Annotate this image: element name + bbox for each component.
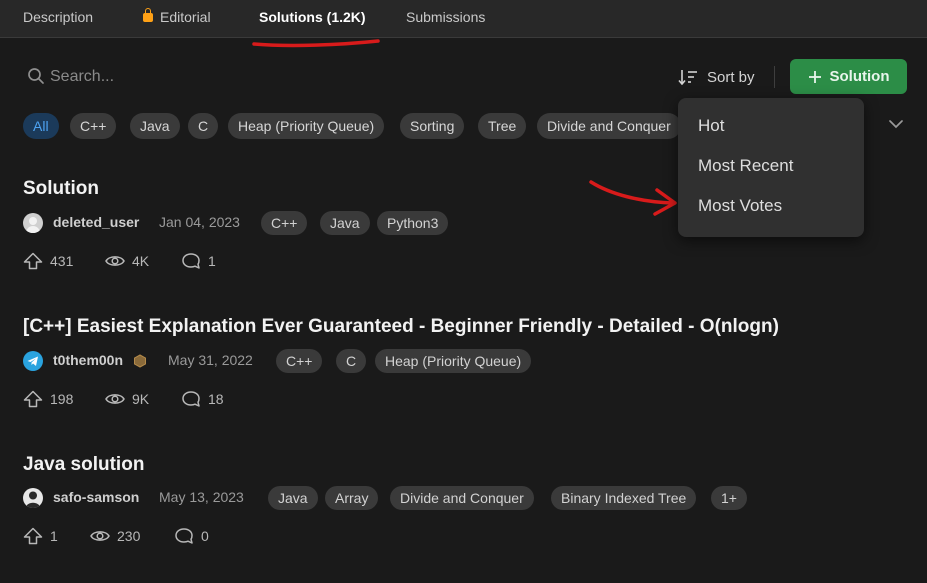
- new-solution-label: Solution: [829, 68, 890, 85]
- author-name[interactable]: safo-samson: [53, 489, 139, 505]
- view-count: 230: [90, 526, 140, 546]
- plus-icon: [808, 70, 821, 83]
- upvote-count[interactable]: 431: [23, 251, 73, 271]
- new-solution-button[interactable]: Solution: [790, 59, 907, 94]
- solution-title[interactable]: [C++] Easiest Explanation Ever Guarantee…: [23, 316, 903, 338]
- sort-option-most-recent[interactable]: Most Recent: [678, 146, 864, 186]
- chevron-down-icon[interactable]: [886, 116, 906, 132]
- tab-description[interactable]: Description: [23, 9, 93, 25]
- solution-tag[interactable]: Divide and Conquer: [390, 486, 534, 510]
- solution-stats: 1 230 0: [23, 526, 423, 546]
- filter-chip[interactable]: Sorting: [400, 113, 465, 139]
- lock-icon: [143, 8, 153, 22]
- comment-icon: [182, 391, 200, 407]
- solution-tag[interactable]: C++: [276, 349, 323, 373]
- filter-chip[interactable]: Tree: [478, 113, 527, 139]
- upvote-icon: [23, 527, 43, 545]
- author-name[interactable]: t0them00n: [53, 352, 123, 368]
- solution-tag[interactable]: Heap (Priority Queue): [375, 349, 532, 373]
- divider: [774, 66, 775, 88]
- filter-chip[interactable]: Java: [130, 113, 180, 139]
- sort-label: Sort by: [707, 68, 755, 86]
- eye-icon: [105, 394, 125, 404]
- comment-count[interactable]: 18: [181, 389, 224, 409]
- sort-button[interactable]: Sort by: [678, 64, 755, 90]
- search-icon: [28, 68, 44, 84]
- tab-solutions[interactable]: Solutions (1.2K): [259, 9, 366, 25]
- solution-tag[interactable]: Array: [325, 486, 379, 510]
- filter-chip[interactable]: C++: [70, 113, 117, 139]
- solution-meta: t0them00n May 31, 2022 C++ C Heap (Prior…: [23, 349, 903, 373]
- comment-count[interactable]: 0: [174, 526, 209, 546]
- comment-icon: [175, 528, 193, 544]
- upvote-icon: [23, 390, 43, 408]
- post-date: May 31, 2022: [168, 352, 253, 368]
- search-input[interactable]: [50, 64, 310, 90]
- solution-item[interactable]: Java solution safo-samson May 13, 2023 J…: [23, 454, 903, 554]
- solution-tag[interactable]: C: [336, 349, 367, 373]
- post-date: Jan 04, 2023: [159, 214, 240, 230]
- solution-tag[interactable]: Java: [320, 211, 370, 235]
- solution-tag[interactable]: Python3: [377, 211, 449, 235]
- filter-chip[interactable]: Heap (Priority Queue): [228, 113, 385, 139]
- avatar[interactable]: [23, 351, 43, 371]
- solution-title[interactable]: Java solution: [23, 454, 903, 476]
- view-count: 9K: [105, 389, 149, 409]
- solution-meta: safo-samson May 13, 2023 Java Array Divi…: [23, 486, 903, 510]
- author-name[interactable]: deleted_user: [53, 214, 139, 230]
- avatar[interactable]: [23, 488, 43, 508]
- sort-dropdown: Hot Most Recent Most Votes: [678, 98, 864, 237]
- post-date: May 13, 2023: [159, 489, 244, 505]
- eye-icon: [105, 256, 125, 266]
- badge-icon: [134, 354, 146, 368]
- filter-chip[interactable]: C: [188, 113, 219, 139]
- sort-option-most-votes[interactable]: Most Votes: [678, 186, 864, 226]
- view-count: 4K: [105, 251, 149, 271]
- tab-editorial-label: Editorial: [160, 9, 211, 25]
- tab-editorial[interactable]: Editorial: [143, 8, 211, 25]
- upvote-icon: [23, 252, 43, 270]
- solution-stats: 431 4K 1: [23, 251, 423, 271]
- upvote-count[interactable]: 198: [23, 389, 73, 409]
- tab-bar: Description Editorial Solutions (1.2K) S…: [0, 0, 927, 38]
- more-tags-badge[interactable]: 1+: [711, 486, 747, 510]
- comment-icon: [182, 253, 200, 269]
- solution-stats: 198 9K 18: [23, 389, 423, 409]
- tab-submissions[interactable]: Submissions: [406, 9, 485, 25]
- solution-tag[interactable]: Java: [268, 486, 318, 510]
- sort-icon: [678, 70, 697, 85]
- sort-option-hot[interactable]: Hot: [678, 106, 864, 146]
- eye-icon: [90, 531, 110, 541]
- filter-chip-all[interactable]: All: [23, 113, 59, 139]
- solution-tag[interactable]: C++: [261, 211, 308, 235]
- upvote-count[interactable]: 1: [23, 526, 58, 546]
- solution-item[interactable]: [C++] Easiest Explanation Ever Guarantee…: [23, 316, 903, 416]
- annotation-underline: [252, 39, 380, 48]
- avatar[interactable]: [23, 213, 43, 233]
- comment-count[interactable]: 1: [181, 251, 216, 271]
- filter-chip[interactable]: Divide and Conquer: [537, 113, 681, 139]
- solution-tag[interactable]: Binary Indexed Tree: [551, 486, 697, 510]
